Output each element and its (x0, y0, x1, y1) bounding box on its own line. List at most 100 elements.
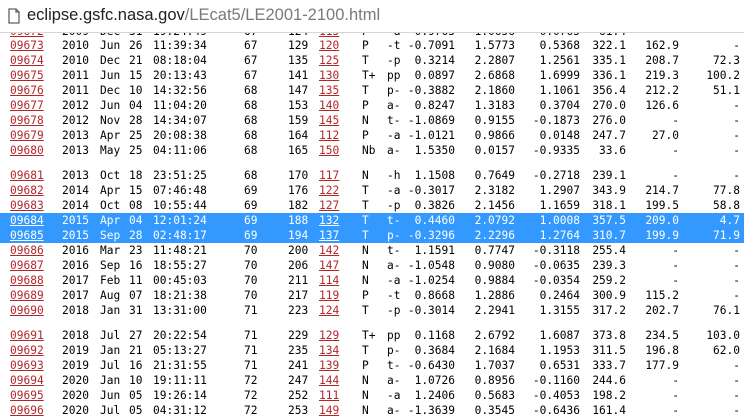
pen-duration-cell: 255.4 (592, 244, 626, 257)
table-row: 09692 2019 Jan 21 05:13:27 71 235 134 Tp- 0.3684 2… (0, 343, 744, 358)
lunation-cell: 129 (288, 39, 309, 52)
saros-link[interactable]: 125 (319, 53, 339, 68)
catalog-number-link[interactable]: 09687 (10, 258, 44, 273)
pen-mag-cell: 0.7747 (474, 244, 515, 257)
catalog-number-link[interactable]: 09683 (10, 198, 44, 213)
address-bar[interactable]: eclipse.gsfc.nasa.gov/LEcat5/LE2001-2100… (0, 0, 744, 33)
eclipse-type-cell: N (362, 114, 369, 127)
month-cell: Jul (100, 404, 121, 417)
catalog-number-link[interactable]: 09675 (10, 68, 44, 83)
lunation-cell: 217 (288, 289, 309, 302)
catalog-number-link[interactable]: 09685 (10, 228, 44, 243)
table-row: 09687 2016 Sep 16 18:55:27 70 206 147 Na- -1.0548… (0, 258, 744, 273)
catalog-number-link[interactable]: 09696 (10, 403, 44, 418)
pen-duration-cell: 33.6 (599, 144, 626, 157)
saros-link[interactable]: 119 (319, 288, 339, 303)
saros-link[interactable]: 140 (319, 98, 339, 113)
year-cell: 2019 (62, 359, 89, 372)
lunation-cell: 194 (288, 229, 309, 242)
um-mag-cell: 0.0148 (539, 129, 580, 142)
saros-link[interactable]: 130 (319, 68, 339, 83)
catalog-number-link[interactable]: 09676 (10, 83, 44, 98)
total-duration-cell: - (733, 39, 740, 52)
catalog-number-link[interactable]: 09686 (10, 243, 44, 258)
lunation-cell: 147 (288, 84, 309, 97)
saros-link[interactable]: 147 (319, 258, 339, 273)
day-cell: 28 (129, 229, 143, 242)
um-mag-cell: 1.3155 (539, 304, 580, 317)
saros-link[interactable]: 145 (319, 113, 339, 128)
catalog-number-link[interactable]: 09692 (10, 343, 44, 358)
saros-link[interactable]: 142 (319, 243, 339, 258)
gamma-cell: 0.0897 (414, 69, 455, 82)
catalog-number-link[interactable]: 09674 (10, 53, 44, 68)
delta-t-cell: 68 (244, 144, 258, 157)
lunation-cell: 235 (288, 344, 309, 357)
saros-link[interactable]: 144 (319, 373, 339, 388)
month-cell: Nov (100, 114, 121, 127)
saros-link[interactable]: 134 (319, 343, 339, 358)
saros-link[interactable]: 117 (319, 168, 339, 183)
pen-mag-cell: 0.3545 (474, 404, 515, 417)
page-info-icon[interactable] (7, 8, 21, 24)
catalog-number-link[interactable]: 09695 (10, 388, 44, 403)
catalog-number-link[interactable]: 09694 (10, 373, 44, 388)
um-mag-cell: 1.2561 (539, 54, 580, 67)
table-row: 09693 2019 Jul 16 21:31:55 71 241 139 Pt- -0.6430… (0, 358, 744, 373)
month-cell: Apr (100, 184, 121, 197)
pen-duration-cell: 161.4 (592, 404, 626, 417)
eclipse-type-cell: N (362, 404, 369, 417)
saros-link[interactable]: 139 (319, 358, 339, 373)
saros-link[interactable]: 137 (319, 228, 339, 243)
year-cell: 2013 (62, 129, 89, 142)
saros-link[interactable]: 122 (319, 183, 339, 198)
year-cell: 2020 (62, 374, 89, 387)
catalog-number-link[interactable]: 09684 (10, 213, 44, 228)
lunation-cell: 182 (288, 199, 309, 212)
catalog-number-link[interactable]: 09688 (10, 273, 44, 288)
saros-link[interactable]: 112 (319, 128, 339, 143)
saros-link[interactable]: 129 (319, 328, 339, 343)
um-mag-cell: -0.3118 (532, 244, 580, 257)
saros-link[interactable]: 124 (319, 303, 339, 318)
par-duration-cell: - (672, 169, 679, 182)
delta-t-cell: 71 (244, 304, 258, 317)
catalog-number-link[interactable]: 09693 (10, 358, 44, 373)
month-cell: Jun (100, 389, 121, 402)
catalog-number-link[interactable]: 09681 (10, 168, 44, 183)
table-row: 09695 2020 Jun 05 19:26:14 72 252 111 N -a 1.2406 0… (0, 388, 744, 403)
eclipse-type-cell: T (362, 344, 369, 357)
par-duration-cell: - (672, 404, 679, 417)
saros-link[interactable]: 111 (319, 388, 339, 403)
catalog-number-link[interactable]: 09673 (10, 38, 44, 53)
catalog-number-link[interactable]: 09677 (10, 98, 44, 113)
catalog-number-link[interactable]: 09679 (10, 128, 44, 143)
catalog-number-link[interactable]: 09690 (10, 303, 44, 318)
saros-link[interactable]: 132 (319, 213, 339, 228)
total-duration-cell: 62.0 (713, 344, 740, 357)
par-duration-cell: 199.9 (645, 229, 679, 242)
catalog-number-link[interactable]: 09682 (10, 183, 44, 198)
catalog-number-link[interactable]: 09680 (10, 143, 44, 158)
gamma-cell: 0.8668 (414, 289, 455, 302)
catalog-number-link[interactable]: 09691 (10, 328, 44, 343)
catalog-number-link[interactable]: 09678 (10, 113, 44, 128)
saros-link[interactable]: 120 (319, 38, 339, 53)
saros-link[interactable]: 114 (319, 273, 339, 288)
saros-link[interactable]: 127 (319, 198, 339, 213)
delta-t-cell: 71 (244, 329, 258, 342)
month-cell: Sep (100, 229, 121, 242)
day-cell: 27 (129, 329, 143, 342)
total-duration-cell: 72.3 (713, 54, 740, 67)
saros-link[interactable]: 135 (319, 83, 339, 98)
saros-link[interactable]: 150 (319, 143, 339, 158)
catalog-number-link[interactable]: 09689 (10, 288, 44, 303)
um-mag-cell: 1.1061 (539, 84, 580, 97)
url-domain: eclipse.gsfc.nasa.gov (27, 6, 185, 24)
total-duration-cell: - (733, 274, 740, 287)
saros-link[interactable]: 149 (319, 403, 339, 418)
year-cell: 2013 (62, 144, 89, 157)
gamma-cell: -1.0869 (407, 114, 455, 127)
gamma-cell: -1.0548 (407, 259, 455, 272)
url-text[interactable]: eclipse.gsfc.nasa.gov/LEcat5/LE2001-2100… (27, 5, 380, 25)
